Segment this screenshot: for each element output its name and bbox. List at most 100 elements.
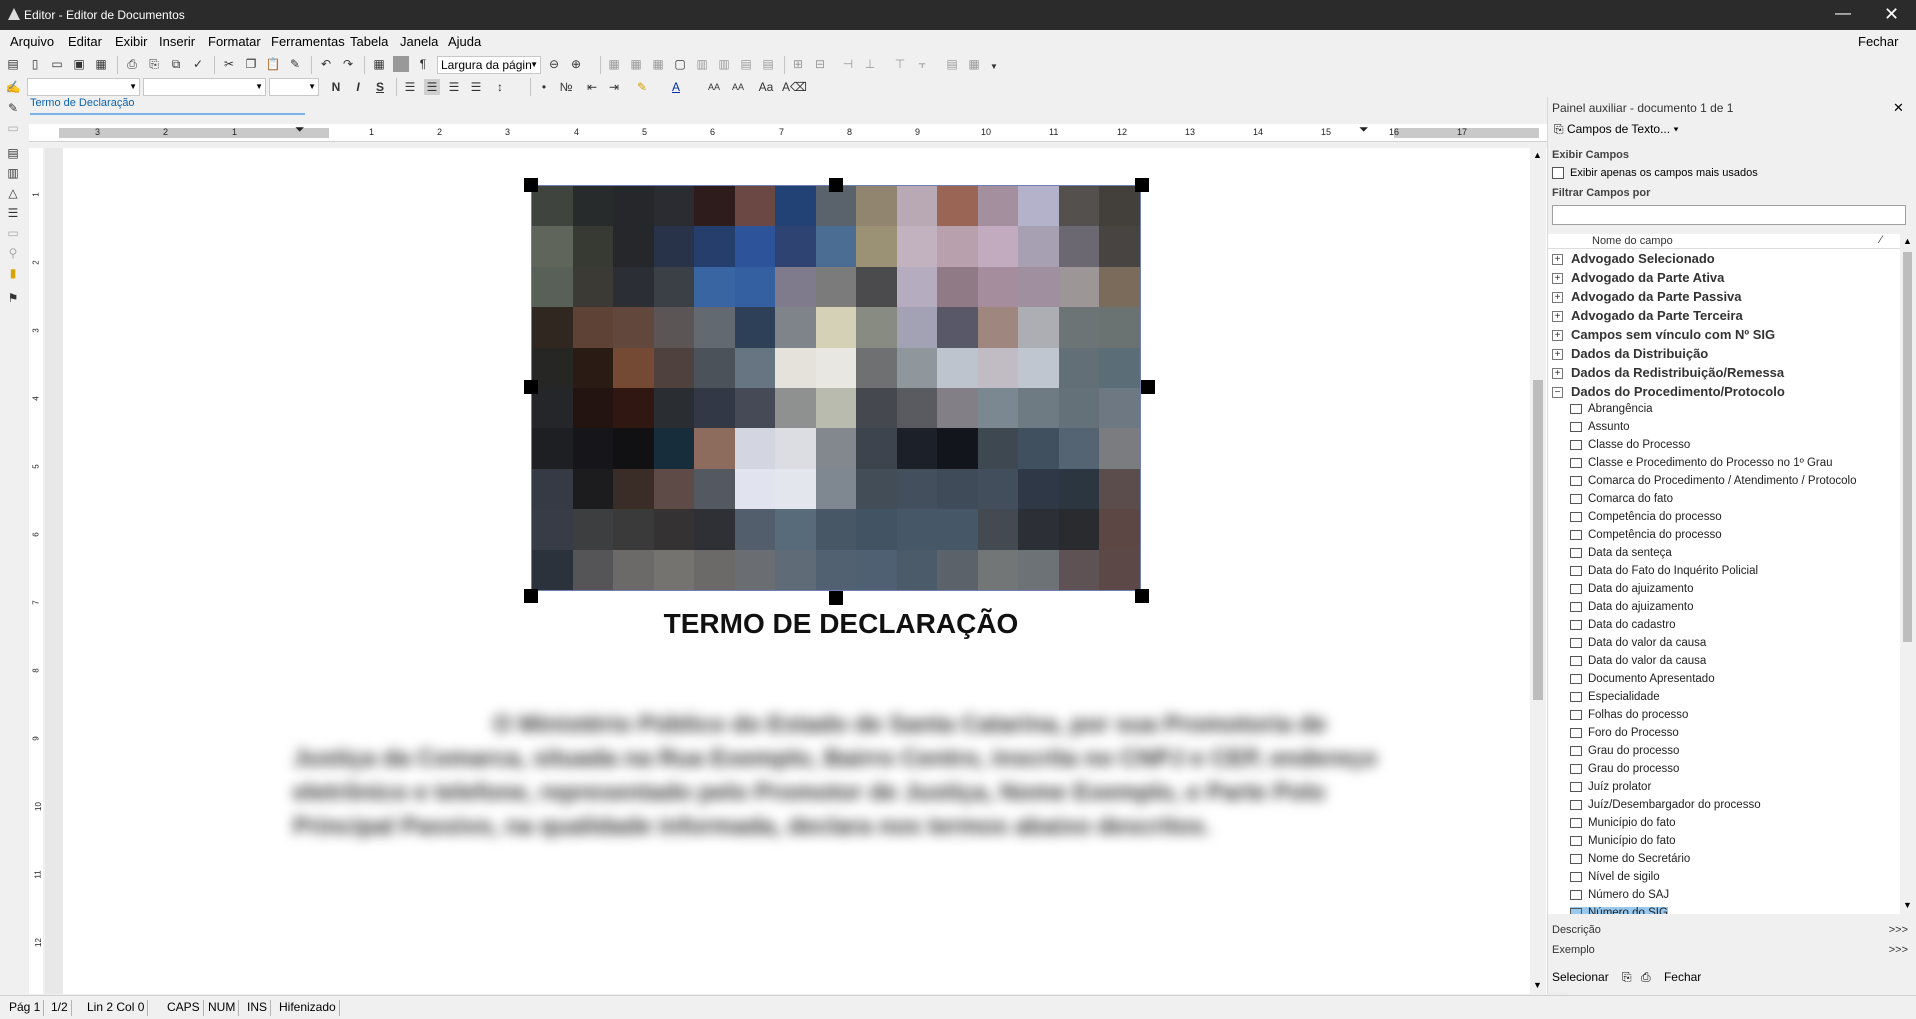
- expand-icon[interactable]: +: [1552, 349, 1563, 361]
- spellcheck-icon[interactable]: ✓: [190, 56, 206, 72]
- collapse-icon[interactable]: −: [1552, 387, 1563, 399]
- more-icon[interactable]: ▼: [986, 59, 1002, 75]
- distribute-icon[interactable]: ⫟: [914, 56, 930, 72]
- table-outer-icon[interactable]: ▢: [672, 56, 688, 72]
- tree-field-item[interactable]: Foro do Processo: [1570, 727, 1679, 745]
- menu-inserir[interactable]: Inserir: [159, 34, 195, 49]
- cut-icon[interactable]: ✂: [221, 56, 237, 72]
- tree-field-item[interactable]: Nome do Secretário: [1570, 853, 1690, 871]
- menu-formatar[interactable]: Formatar: [208, 34, 261, 49]
- tree-field-item[interactable]: Nível de sigilo: [1570, 871, 1660, 889]
- align-right-icon[interactable]: ☰: [446, 79, 462, 95]
- document-area[interactable]: TERMO DE DECLARAÇÃO O Ministério Público…: [45, 148, 1567, 994]
- field-tool-icon[interactable]: ✎: [5, 100, 21, 116]
- template-tool-icon[interactable]: ▤: [5, 145, 21, 161]
- font-select[interactable]: ▼: [143, 78, 266, 96]
- zoom-select[interactable]: Largura da págin ▼: [437, 56, 541, 74]
- bold-button[interactable]: N: [328, 79, 344, 95]
- checkbox-box[interactable]: [1552, 167, 1564, 180]
- align-left-icon[interactable]: ☰: [402, 79, 418, 95]
- tree-field-item[interactable]: Comarca do fato: [1570, 493, 1673, 511]
- insert-all-icon[interactable]: ⎙: [1641, 970, 1651, 984]
- scroll-thumb[interactable]: [1903, 252, 1912, 642]
- sort-icon[interactable]: ⁄: [1880, 234, 1882, 246]
- tree-field-item[interactable]: Data do valor da causa: [1570, 655, 1706, 673]
- delete-row-icon[interactable]: ⊥: [862, 56, 878, 72]
- scroll-thumb[interactable]: [1533, 380, 1543, 700]
- resize-handle[interactable]: [524, 380, 538, 394]
- fields-tree[interactable]: Nome do campo ⁄ + Advogado Selecionado + Ad…: [1548, 234, 1900, 914]
- autofit-icon[interactable]: ▤: [944, 56, 960, 72]
- zoom-out-icon[interactable]: ⊖: [546, 56, 562, 72]
- decrease-indent-icon[interactable]: ⇤: [584, 79, 600, 95]
- bookmark-tool-icon[interactable]: ▮: [5, 265, 21, 281]
- panel-close-icon[interactable]: ✕: [1893, 100, 1904, 116]
- scroll-up-icon[interactable]: ▲: [1903, 236, 1912, 246]
- delete-col-icon[interactable]: ⊣: [840, 56, 856, 72]
- tree-group[interactable]: + Advogado da Parte Terceira: [1552, 308, 1743, 327]
- menu-editar[interactable]: Editar: [68, 34, 102, 49]
- new-from-template-icon[interactable]: ▤: [5, 56, 21, 72]
- tree-field-item[interactable]: Especialidade: [1570, 691, 1660, 709]
- tree-field-item[interactable]: Grau do processo: [1570, 745, 1679, 763]
- line-spacing-icon[interactable]: ↕: [492, 79, 508, 95]
- tree-field-item[interactable]: Classe e Procedimento do Processo no 1º …: [1570, 457, 1833, 475]
- pilcrow-icon[interactable]: ¶: [415, 56, 431, 72]
- menu-janela[interactable]: Janela: [400, 34, 438, 49]
- tree-field-item[interactable]: Município do fato: [1570, 817, 1676, 835]
- expand-icon[interactable]: +: [1552, 273, 1563, 285]
- descricao-row[interactable]: Descrição >>>: [1552, 924, 1908, 936]
- mais-usados-checkbox[interactable]: Exibir apenas os campos mais usados: [1552, 167, 1758, 180]
- tree-field-item[interactable]: Município do fato: [1570, 835, 1676, 853]
- tree-field-item[interactable]: Classe do Processo: [1570, 439, 1690, 457]
- zoom-in-icon[interactable]: ⊕: [568, 56, 584, 72]
- font-color-icon[interactable]: A: [668, 79, 684, 95]
- format-painter-icon[interactable]: ✎: [287, 56, 303, 72]
- align-center-icon[interactable]: ☰: [424, 79, 440, 95]
- pixelated-photo[interactable]: [531, 185, 1141, 591]
- expand-icon[interactable]: +: [1552, 311, 1563, 323]
- scroll-down-icon[interactable]: ▼: [1533, 980, 1542, 990]
- scroll-up-icon[interactable]: ▲: [1533, 150, 1542, 160]
- tree-field-item[interactable]: Data da senteça: [1570, 547, 1672, 565]
- right-indent-marker[interactable]: ⏷: [1359, 122, 1369, 137]
- tree-field-item[interactable]: Juíz/Desembargador do processo: [1570, 799, 1761, 817]
- tree-field-item[interactable]: Data do ajuizamento: [1570, 601, 1693, 619]
- tree-group[interactable]: − Dados do Procedimento/Protocolo: [1552, 384, 1785, 403]
- tree-field-item[interactable]: Juíz prolator: [1570, 781, 1651, 799]
- merge-cells-icon[interactable]: ⊞: [790, 56, 806, 72]
- selecionar-button[interactable]: Selecionar: [1552, 970, 1609, 984]
- insert-col-left-icon[interactable]: ▥: [716, 56, 732, 72]
- insert-table-icon[interactable]: ▦: [606, 56, 622, 72]
- fechar-button[interactable]: Fechar: [1664, 970, 1701, 984]
- tree-field-item[interactable]: Documento Apresentado: [1570, 673, 1715, 691]
- new-document-icon[interactable]: ▯: [27, 56, 43, 72]
- menu-exibir[interactable]: Exibir: [115, 34, 148, 49]
- save-as-icon[interactable]: ▣: [71, 56, 87, 72]
- resize-handle[interactable]: [829, 178, 843, 192]
- filter-input[interactable]: [1552, 205, 1906, 225]
- style-select[interactable]: ▼: [27, 78, 140, 96]
- clear-format-icon[interactable]: A⌫: [782, 79, 807, 95]
- table-icon[interactable]: ▦: [371, 56, 387, 72]
- tree-field-item[interactable]: Data do valor da causa: [1570, 637, 1706, 655]
- expand-arrows[interactable]: >>>: [1889, 944, 1908, 956]
- insert-column-icon[interactable]: ▥: [694, 56, 710, 72]
- resize-handle[interactable]: [1135, 589, 1149, 603]
- copy-icon[interactable]: ❐: [243, 56, 259, 72]
- save-icon[interactable]: ▦: [93, 56, 109, 72]
- insert-row-above-icon[interactable]: ▤: [760, 56, 776, 72]
- expand-arrows[interactable]: >>>: [1889, 924, 1908, 936]
- tree-scrollbar[interactable]: ▲ ▼: [1900, 234, 1915, 914]
- menu-fechar[interactable]: Fechar: [1858, 34, 1898, 49]
- tree-field-item[interactable]: Grau do processo: [1570, 763, 1679, 781]
- minimize-icon[interactable]: —: [1835, 5, 1851, 23]
- font-size-select[interactable]: ▼: [269, 78, 319, 96]
- expand-icon[interactable]: +: [1552, 254, 1563, 266]
- undo-icon[interactable]: ↶: [318, 56, 334, 72]
- align-cells-icon[interactable]: ⊤: [892, 56, 908, 72]
- tree-field-item[interactable]: Data do Fato do Inquérito Policial: [1570, 565, 1758, 583]
- resize-handle[interactable]: [829, 591, 843, 605]
- print-icon[interactable]: ⎙: [124, 56, 140, 72]
- resize-handle[interactable]: [524, 178, 538, 192]
